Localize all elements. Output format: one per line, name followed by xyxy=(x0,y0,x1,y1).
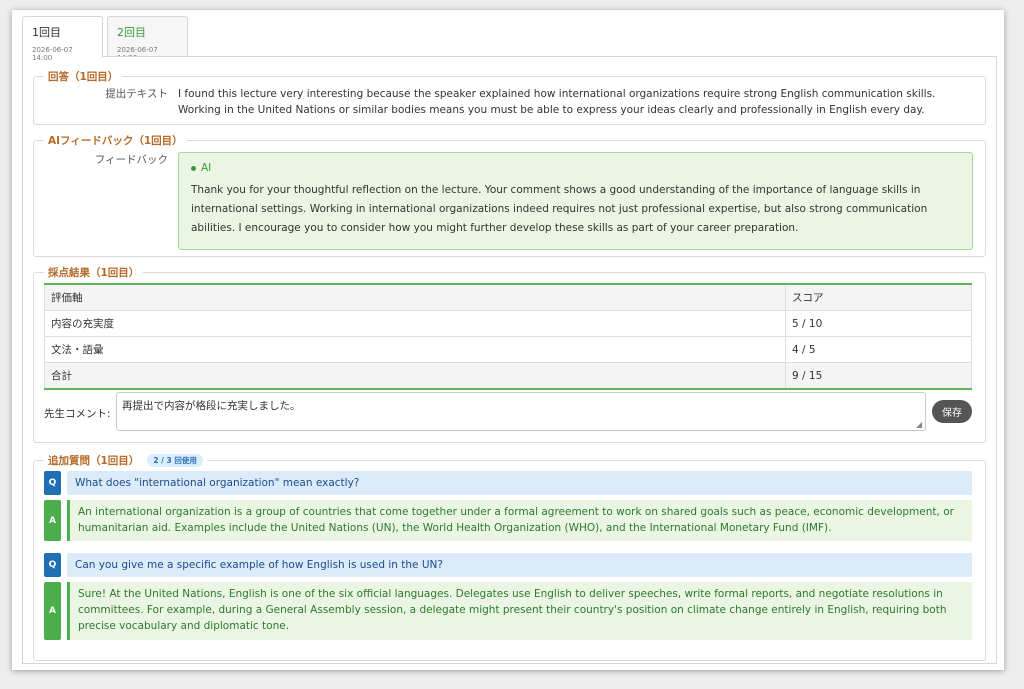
answer-text: I found this lecture very interesting be… xyxy=(178,88,936,116)
followup-title: 追加質問（1回目） xyxy=(48,455,140,467)
criteria-cell: 合計 xyxy=(44,362,786,390)
question-icon: Q xyxy=(44,471,61,495)
answer-legend: 回答（1回目） xyxy=(48,71,119,83)
feedback-box: AI Thank you for your thoughtful reflect… xyxy=(178,152,973,250)
followup-legend: 追加質問（1回目） 2 / 3 回使用 xyxy=(44,453,207,468)
answer-label: 提出テキスト xyxy=(105,88,168,100)
tab-panel: 回答（1回目） 提出テキスト I found this lecture very… xyxy=(22,56,997,664)
save-button[interactable]: 保存 xyxy=(932,400,972,423)
answer-text: Sure! At the United Nations, English is … xyxy=(67,582,972,640)
ai-tag: AI xyxy=(191,162,960,174)
score-table: 評価軸 スコア 内容の充実度 5 / 10 文法・語彙 4 / 5 合計 9 /… xyxy=(44,283,972,390)
submission-card: 1回目 2026-06-07 14:00 2回目 2026-06-07 14:2… xyxy=(12,10,1004,670)
tab-date: 2026-06-07 14:00 xyxy=(32,46,73,62)
attempt-tabs: 1回目 2026-06-07 14:00 2回目 2026-06-07 14:2… xyxy=(22,16,192,62)
question-text: What does "international organization" m… xyxy=(67,471,972,495)
tab-attempt-1[interactable]: 1回目 2026-06-07 14:00 xyxy=(22,16,103,62)
answer-icon: A xyxy=(44,500,61,541)
tab-label: 1回目 xyxy=(32,26,61,39)
usage-badge: 2 / 3 回使用 xyxy=(147,454,203,467)
feedback-label: フィードバック xyxy=(94,154,168,166)
score-cell: 5 / 10 xyxy=(785,310,972,337)
table-total-row: 合計 9 / 15 xyxy=(44,362,972,390)
feedback-text: Thank you for your thoughtful reflection… xyxy=(191,184,928,234)
score-cell: 9 / 15 xyxy=(785,362,972,390)
feedback-section: AIフィードバック（1回目） フィードバック AI Thank you for … xyxy=(33,133,986,257)
header-criteria: 評価軸 xyxy=(44,283,786,311)
answer-text: An international organization is a group… xyxy=(67,500,972,541)
question-row: Q What does "international organization"… xyxy=(44,471,972,495)
teacher-comment-input[interactable]: 再提出で内容が格段に充実しました。 ◢ xyxy=(116,392,926,431)
teacher-comment-value: 再提出で内容が格段に充実しました。 xyxy=(122,400,301,412)
question-icon: Q xyxy=(44,553,61,577)
score-cell: 4 / 5 xyxy=(785,336,972,363)
answer-row: A An international organization is a gro… xyxy=(44,500,972,541)
scoring-legend: 採点結果（1回目） xyxy=(48,267,140,279)
table-row: 文法・語彙 4 / 5 xyxy=(44,336,972,363)
table-header-row: 評価軸 スコア xyxy=(44,283,972,311)
answer-row: A Sure! At the United Nations, English i… xyxy=(44,582,972,640)
criteria-cell: 文法・語彙 xyxy=(44,336,786,363)
ai-tag-label: AI xyxy=(201,162,212,174)
teacher-comment-label: 先生コメント: xyxy=(44,408,111,420)
criteria-cell: 内容の充実度 xyxy=(44,310,786,337)
answer-section: 回答（1回目） 提出テキスト I found this lecture very… xyxy=(33,69,986,125)
tab-label: 2回目 xyxy=(117,26,146,39)
question-text: Can you give me a specific example of ho… xyxy=(67,553,972,577)
dot-icon xyxy=(191,165,196,171)
feedback-legend: AIフィードバック（1回目） xyxy=(48,135,183,147)
tab-attempt-2[interactable]: 2回目 2026-06-07 14:23 xyxy=(107,16,188,62)
question-row: Q Can you give me a specific example of … xyxy=(44,553,972,577)
table-row: 内容の充実度 5 / 10 xyxy=(44,310,972,337)
header-score: スコア xyxy=(785,283,972,311)
followup-section: 追加質問（1回目） 2 / 3 回使用 Q What does "internat… xyxy=(33,453,986,661)
scoring-section: 採点結果（1回目） 評価軸 スコア 内容の充実度 5 / 10 文法・語彙 4 … xyxy=(33,265,986,443)
answer-icon: A xyxy=(44,582,61,640)
resize-grip-icon[interactable]: ◢ xyxy=(916,421,923,429)
